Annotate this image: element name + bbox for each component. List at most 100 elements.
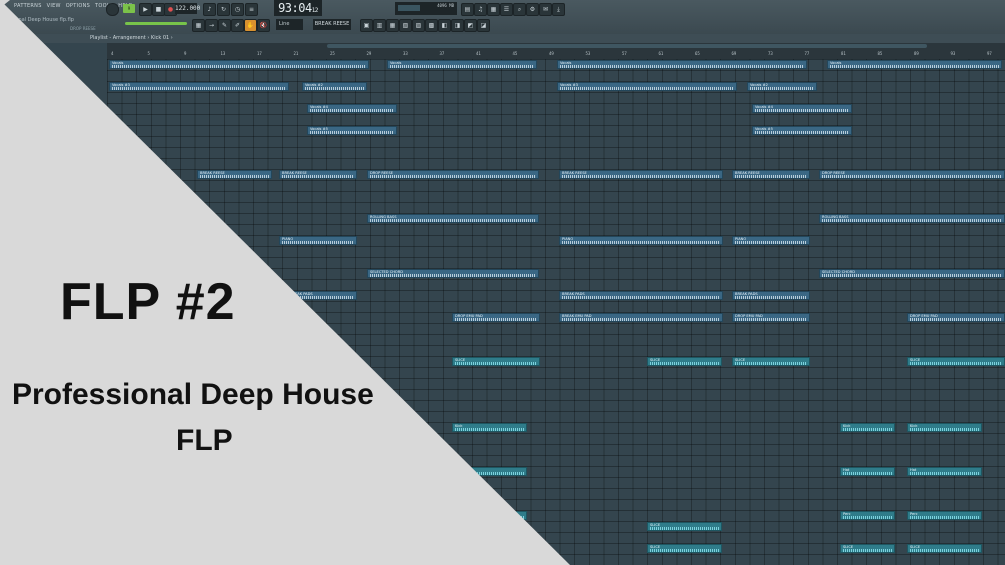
- playlist-clip[interactable]: Vocals #2: [302, 82, 367, 91]
- playlist-clip[interactable]: Vocals: [387, 60, 537, 69]
- playlist-clip[interactable]: Vocals #3: [557, 82, 737, 91]
- playlist-grid[interactable]: Vocals Vocals Vocals Vocals Vocals #3 Vocals …: [107, 59, 1005, 565]
- playlist-clip[interactable]: SLICE: [452, 357, 540, 366]
- playlist-clip[interactable]: Kick: [840, 423, 895, 432]
- browser-icon[interactable]: ⌕: [513, 3, 526, 16]
- tool-icon-1[interactable]: ▣: [360, 19, 373, 32]
- ruler-tick: 89: [914, 51, 919, 56]
- clip-waveform: [650, 362, 719, 365]
- arrow-right-icon[interactable]: →: [205, 19, 218, 32]
- menu-view[interactable]: VIEW: [47, 3, 61, 9]
- play-icon[interactable]: ▶: [139, 3, 152, 16]
- tool-icon-8[interactable]: ◨: [451, 19, 464, 32]
- mute-tool-icon[interactable]: 🔇: [257, 19, 270, 32]
- export-icon[interactable]: ⤓: [552, 3, 565, 16]
- playlist-clip[interactable]: Kick: [907, 423, 982, 432]
- playlist-clip[interactable]: PIANO: [279, 236, 357, 245]
- playlist-clip[interactable]: Vocals #4: [752, 104, 852, 113]
- playlist-clip[interactable]: DROP EMU PAD: [907, 313, 1005, 322]
- horizontal-scrollbar[interactable]: [327, 44, 927, 48]
- playlist-clip[interactable]: BREAK REESE: [197, 170, 272, 179]
- piano-roll-icon[interactable]: ♫: [474, 3, 487, 16]
- playlist-clip[interactable]: ROLLING BASS: [819, 214, 1005, 223]
- plugin-icon[interactable]: ⚙: [526, 3, 539, 16]
- playlist-clip[interactable]: Hat: [452, 467, 527, 476]
- playlist-clip[interactable]: DROP EMU PAD: [732, 313, 810, 322]
- menu-patterns[interactable]: PATTERNS: [14, 3, 42, 9]
- chat-icon[interactable]: ✉: [539, 3, 552, 16]
- current-pattern-label[interactable]: BREAK REESE: [313, 19, 351, 30]
- playlist-clip[interactable]: Vocals: [557, 60, 807, 69]
- tool-icon-4[interactable]: ▧: [399, 19, 412, 32]
- clip-waveform: [843, 428, 892, 431]
- tool-icon-3[interactable]: ▦: [386, 19, 399, 32]
- channel-rack-icon[interactable]: ▦: [487, 3, 500, 16]
- playlist-clip[interactable]: Perc: [452, 511, 527, 520]
- playlist-clip[interactable]: BREAK PADS: [287, 291, 357, 300]
- tool-icon-10[interactable]: ◪: [477, 19, 490, 32]
- song-position-display[interactable]: 93:0412: [274, 0, 322, 16]
- playlist-clip[interactable]: SELECTED CHORD: [367, 269, 539, 278]
- playlist-clip[interactable]: PIANO: [732, 236, 810, 245]
- playlist-clip[interactable]: BREAK PADS: [732, 291, 810, 300]
- playlist-clip[interactable]: DROP REESE: [819, 170, 1005, 179]
- playlist-clip[interactable]: Vocals: [109, 60, 369, 69]
- tool-icon-9[interactable]: ◩: [464, 19, 477, 32]
- playlist-clip[interactable]: Perc: [907, 511, 982, 520]
- clip-waveform: [562, 296, 720, 299]
- blend-notes-icon[interactable]: ≡: [245, 3, 258, 16]
- playlist-clip[interactable]: SLICE: [907, 544, 982, 553]
- playlist-clip[interactable]: DROP REESE: [367, 170, 539, 179]
- playlist-clip[interactable]: BREAK REESE: [559, 170, 723, 179]
- playlist-clip[interactable]: BREAK PADS: [559, 291, 723, 300]
- metronome-icon[interactable]: ♪: [203, 3, 216, 16]
- playlist-clip[interactable]: SLICE: [907, 357, 1005, 366]
- playlist-clip[interactable]: BREAK EMU PAD: [559, 313, 723, 322]
- playlist-clip[interactable]: Vocals #5: [307, 126, 397, 135]
- tool-icon-6[interactable]: ▩: [425, 19, 438, 32]
- master-volume-knob[interactable]: [106, 3, 119, 16]
- playlist-clip[interactable]: Vocals #3: [109, 82, 289, 91]
- tool-icon-7[interactable]: ◧: [438, 19, 451, 32]
- playlist-clip[interactable]: Vocals: [827, 60, 1002, 69]
- mixer-icon[interactable]: ☰: [500, 3, 513, 16]
- playlist-clip[interactable]: PIANO: [559, 236, 723, 245]
- playlist-clip[interactable]: Vocals #2: [747, 82, 817, 91]
- playlist-clip[interactable]: SELECTED CHORD: [819, 269, 1005, 278]
- playlist-clip[interactable]: SLICE: [647, 522, 722, 531]
- loop-record-icon[interactable]: ↻: [217, 3, 230, 16]
- ruler-tick: 69: [731, 51, 737, 56]
- playlist-clip[interactable]: Hat: [907, 467, 982, 476]
- playlist-clip[interactable]: Vocals #5: [752, 126, 852, 135]
- snap-selector[interactable]: Line: [276, 19, 303, 30]
- ruler-tick: 9: [184, 51, 187, 56]
- playlist-clip[interactable]: SLICE: [647, 544, 722, 553]
- brush-icon[interactable]: ✐: [231, 19, 244, 32]
- step-edit-icon[interactable]: ▦: [192, 19, 205, 32]
- playlist-clip[interactable]: Hat: [840, 467, 895, 476]
- playlist-clip[interactable]: Kick: [452, 423, 527, 432]
- playlist-clip[interactable]: SLICE: [647, 357, 722, 366]
- countdown-icon[interactable]: ◷: [231, 3, 244, 16]
- playlist-clip[interactable]: SLICE: [840, 544, 895, 553]
- paint-icon[interactable]: ✋: [244, 19, 257, 32]
- playlist-clip[interactable]: BREAK REESE: [279, 170, 357, 179]
- menu-options[interactable]: OPTIONS: [66, 3, 90, 9]
- playlist-clip[interactable]: BREAK REESE: [732, 170, 810, 179]
- clip-waveform: [910, 428, 979, 431]
- playlist-clip[interactable]: Vocals #4: [307, 104, 397, 113]
- tempo-display[interactable]: 122.000: [175, 3, 200, 14]
- pencil-icon[interactable]: ✎: [218, 19, 231, 32]
- tool-icon-2[interactable]: ▥: [373, 19, 386, 32]
- tool-icon-5[interactable]: ▨: [412, 19, 425, 32]
- master-pitch-slider[interactable]: [125, 22, 187, 25]
- playlist-clip[interactable]: SLICE: [732, 357, 810, 366]
- pattern-name: DROP REESE: [70, 26, 96, 31]
- clip-waveform: [822, 175, 1002, 178]
- playlist-clip[interactable]: DROP EMU PAD: [452, 313, 540, 322]
- timeline-ruler[interactable]: 4 5 9 13 17 21 25 29 33 37 41 45 49 53 57 61 65 69 73 77 81 8…: [107, 43, 1005, 60]
- playlist-clip[interactable]: ROLLING BASS: [367, 214, 539, 223]
- playlist-clip[interactable]: Perc: [840, 511, 895, 520]
- playlist-icon[interactable]: ▤: [461, 3, 474, 16]
- pattern-selector[interactable]: 9: [123, 4, 135, 13]
